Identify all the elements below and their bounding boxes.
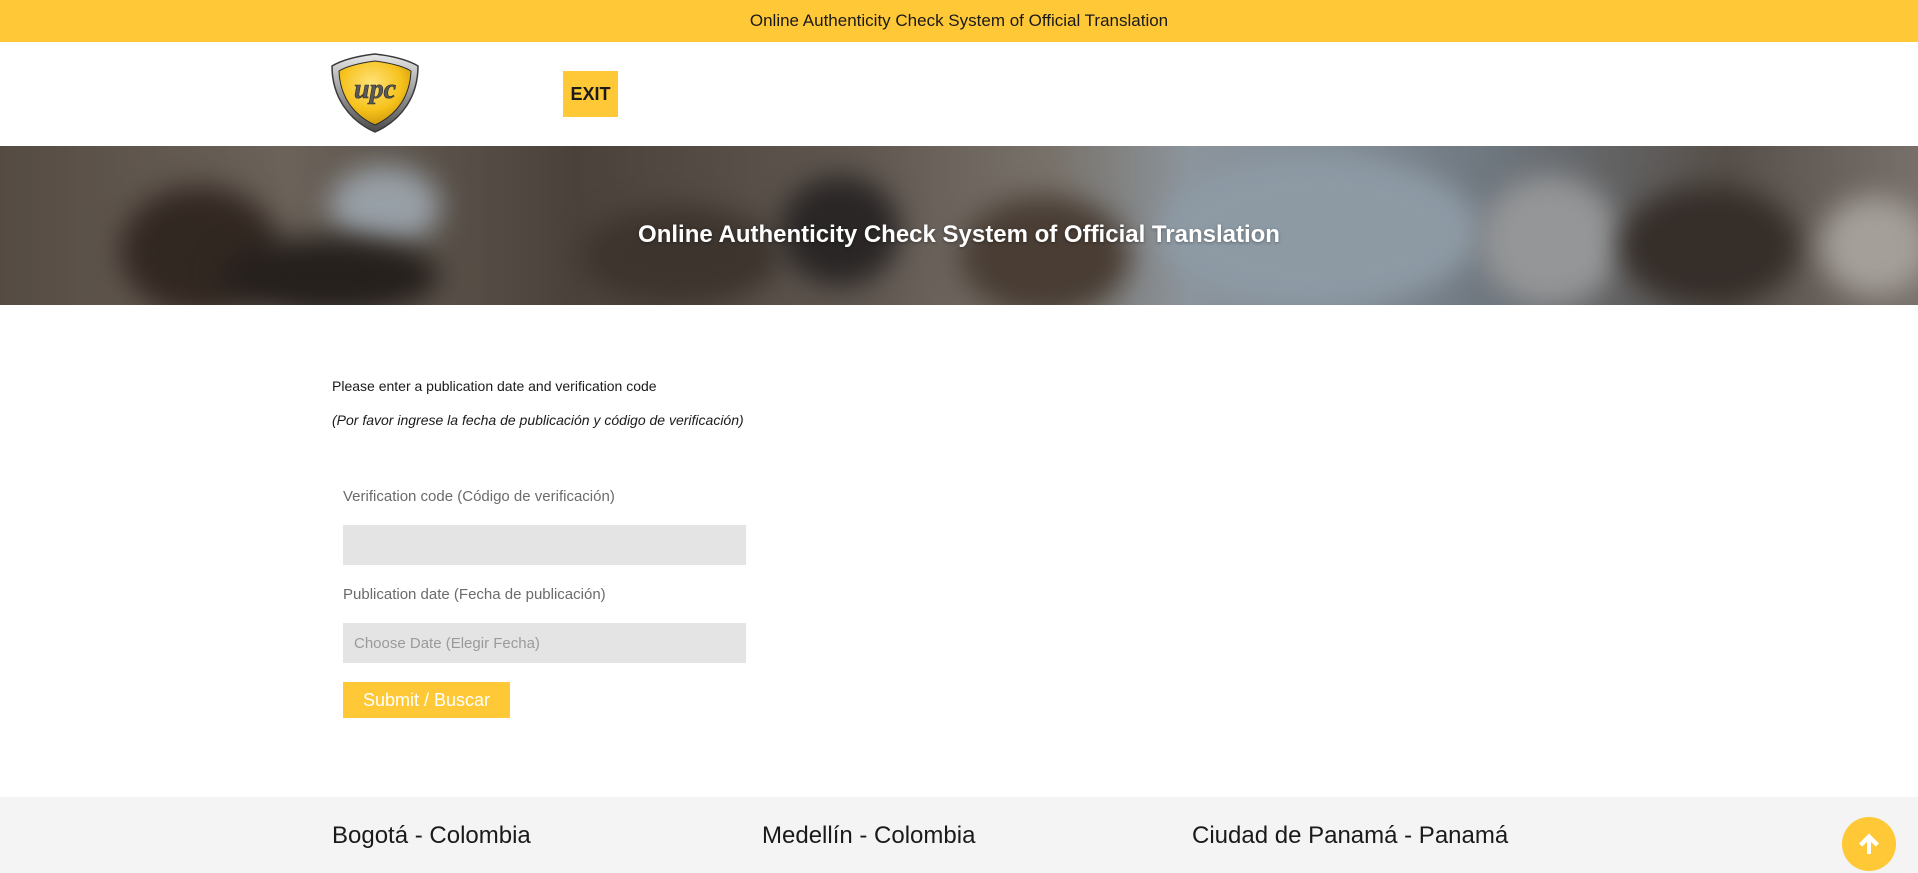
submit-button[interactable]: Submit / Buscar [343, 682, 510, 718]
publication-date-label: Publication date (Fecha de publicación) [343, 586, 606, 603]
verification-form: Verification code (Código de verificació… [343, 480, 747, 718]
instructions-english: Please enter a publication date and veri… [332, 378, 657, 394]
top-banner: Online Authenticity Check System of Offi… [0, 0, 1918, 42]
hero-banner: Online Authenticity Check System of Offi… [0, 146, 1918, 305]
footer-city-panama: Ciudad de Panamá - Panamá [1192, 822, 1509, 849]
hero-title: Online Authenticity Check System of Offi… [638, 220, 1280, 248]
site-header: upc EXIT [0, 42, 1918, 146]
upc-logo[interactable]: upc [330, 52, 420, 134]
verification-code-input[interactable] [343, 525, 746, 565]
verification-code-label: Verification code (Código de verificació… [343, 488, 615, 505]
upc-shield-logo-icon: upc [331, 53, 419, 133]
top-banner-text: Online Authenticity Check System of Offi… [749, 11, 1169, 30]
exit-button[interactable]: EXIT [563, 71, 618, 117]
publication-date-input[interactable] [343, 623, 746, 663]
scroll-to-top-button[interactable] [1842, 817, 1896, 871]
footer-city-medellin: Medellín - Colombia [762, 822, 976, 849]
arrow-up-icon [1859, 833, 1879, 854]
logo-text: upc [354, 74, 397, 105]
footer-city-bogota: Bogotá - Colombia [332, 822, 531, 849]
instructions-spanish: (Por favor ingrese la fecha de publicaci… [332, 412, 744, 428]
